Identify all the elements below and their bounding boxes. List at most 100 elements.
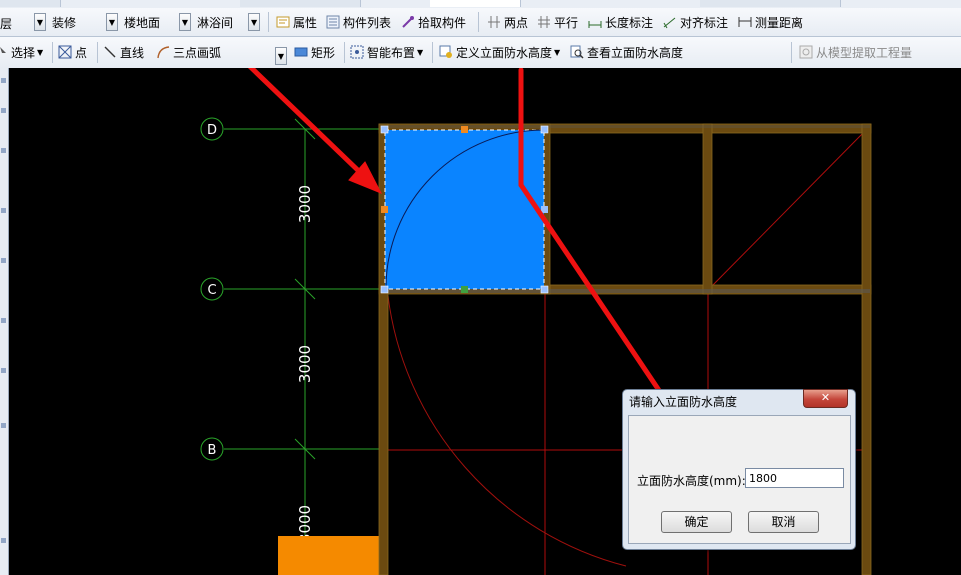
chevron-down-icon[interactable]: ▼ [179, 13, 191, 31]
tool-icon[interactable] [1, 318, 6, 323]
toolbar-separator [97, 42, 98, 63]
element-combo-text: 淋浴间 [197, 15, 234, 30]
select-label: 选择 [11, 45, 36, 60]
grip-handle[interactable] [461, 286, 468, 293]
properties-label: 属性 [293, 15, 318, 30]
line-icon [103, 45, 117, 59]
tool-icon[interactable] [1, 148, 6, 153]
rectangle-button[interactable]: 矩形 [294, 41, 335, 63]
component-list-button[interactable]: 构件列表 [326, 11, 391, 33]
point-button[interactable]: 点 [58, 41, 87, 63]
floor-combo[interactable]: 首层 [0, 12, 12, 34]
two-points-icon [487, 15, 501, 29]
grip-handle[interactable] [461, 126, 468, 133]
chevron-down-icon[interactable]: ▼ [34, 13, 46, 31]
chevron-down-icon: ▼ [417, 47, 424, 57]
waterproof-height-dialog: 请输入立面防水高度 ✕ 立面防水高度(mm): 确定 取消 [622, 389, 856, 550]
measure-distance-label: 测量距离 [755, 15, 804, 30]
toolbar-separator [478, 12, 479, 32]
toolbar-separator [52, 42, 53, 63]
extract-icon [799, 45, 813, 59]
tool-icon[interactable] [1, 423, 6, 428]
tool-icon[interactable] [1, 368, 6, 373]
point-icon [58, 45, 72, 59]
ribbon-fragment [240, 0, 361, 7]
dimension-text: 3000 [296, 345, 314, 383]
pick-component-button[interactable]: 拾取构件 [401, 11, 466, 33]
axis-label-d: D [207, 123, 217, 138]
chevron-down-icon[interactable]: ▼ [248, 13, 261, 31]
ribbon-fragment [700, 0, 841, 7]
grip-handle[interactable] [540, 285, 549, 294]
aligned-dimension-label: 对齐标注 [680, 15, 729, 30]
tool-icon[interactable] [1, 208, 6, 213]
two-points-button[interactable]: 两点 [487, 11, 528, 33]
axis-bubble-d: D [200, 117, 224, 141]
arc-combo-text: 三点画弧 [173, 45, 222, 60]
measure-distance-button[interactable]: 测量距离 [738, 11, 803, 33]
component-list-label: 构件列表 [343, 15, 392, 30]
point-label: 点 [75, 45, 88, 60]
line-button[interactable]: 直线 [103, 41, 144, 63]
tool-icon[interactable] [1, 78, 6, 83]
view-waterproof-height-label: 查看立面防水高度 [587, 45, 684, 60]
extract-quantities-button[interactable]: 从模型提取工程量 [799, 41, 912, 63]
line-label: 直线 [120, 45, 145, 60]
category-combo[interactable]: ▼ 装修 [34, 12, 76, 32]
axis-label-c: C [207, 283, 216, 298]
rectangle-label: 矩形 [311, 45, 336, 60]
grip-handle[interactable] [381, 206, 388, 213]
toolbar-separator [344, 42, 345, 63]
height-field-label: 立面防水高度(mm): [637, 474, 746, 488]
element-combo[interactable]: ▼ 淋浴间 ▼ [179, 12, 261, 32]
tool-icon[interactable] [1, 258, 6, 263]
chevron-down-icon: ▼ [37, 47, 44, 57]
grip-handle[interactable] [380, 285, 389, 294]
dialog-body: 立面防水高度(mm): 确定 取消 [628, 415, 851, 544]
properties-icon [276, 15, 290, 29]
floor-combo-text: 首层 [0, 16, 13, 31]
smart-layout-button[interactable]: 智能布置 ▼ [350, 41, 423, 63]
orange-block [278, 536, 380, 575]
list-icon [326, 15, 340, 29]
toolbar-separator [432, 42, 433, 63]
dimension-text: 3000 [296, 185, 314, 223]
two-points-label: 两点 [504, 15, 529, 30]
type-combo[interactable]: ▼ 楼地面 [106, 12, 160, 32]
select-button[interactable]: 选择 ▼ [0, 41, 43, 63]
select-arrow-icon [0, 45, 8, 59]
length-dimension-button[interactable]: 长度标注 [588, 11, 653, 33]
dialog-title: 请输入立面防水高度 [629, 395, 738, 409]
grip-handle[interactable] [540, 125, 549, 134]
pick-icon [401, 15, 415, 29]
parallel-icon [537, 15, 551, 29]
parallel-label: 平行 [554, 15, 579, 30]
axis-label-b: B [208, 443, 217, 458]
close-icon[interactable]: ✕ [803, 389, 848, 408]
magnifier-icon [570, 45, 584, 59]
define-waterproof-height-button[interactable]: 定义立面防水高度 ▼ [439, 41, 560, 63]
tool-icon[interactable] [1, 108, 6, 113]
properties-button[interactable]: 属性 [276, 11, 317, 33]
toolbar-row-1: 首层 ▼ 装修 ▼ 楼地面 ▼ 淋浴间 ▼ 属性 构件列表 拾取构件 两点 [0, 8, 961, 37]
cancel-button[interactable]: 取消 [748, 511, 819, 533]
toolbar-separator [791, 42, 792, 63]
chevron-down-icon[interactable]: ▼ [275, 47, 287, 65]
ribbon-fragment [0, 0, 61, 7]
tool-icon[interactable] [1, 538, 6, 543]
toolbar-row-2: 选择 ▼ 点 直线 三点画弧 ▼ 矩形 智能布置 ▼ 定义立面防水高度 ▼ 查看… [0, 37, 961, 69]
ok-button[interactable]: 确定 [661, 511, 732, 533]
axis-bubble-c: C [200, 277, 224, 301]
grip-handle[interactable] [380, 125, 389, 134]
aligned-dimension-button[interactable]: 对齐标注 [663, 11, 728, 33]
aligned-dimension-icon [663, 15, 677, 29]
smart-layout-label: 智能布置 [367, 45, 416, 60]
ribbon-fragment [430, 0, 521, 7]
view-waterproof-height-button[interactable]: 查看立面防水高度 [570, 41, 683, 63]
rectangle-icon [294, 45, 308, 59]
chevron-down-icon[interactable]: ▼ [106, 13, 118, 31]
define-height-icon [439, 45, 453, 59]
parallel-button[interactable]: 平行 [537, 11, 578, 33]
arc-combo[interactable]: 三点画弧 [156, 41, 221, 63]
height-input[interactable] [745, 468, 844, 488]
